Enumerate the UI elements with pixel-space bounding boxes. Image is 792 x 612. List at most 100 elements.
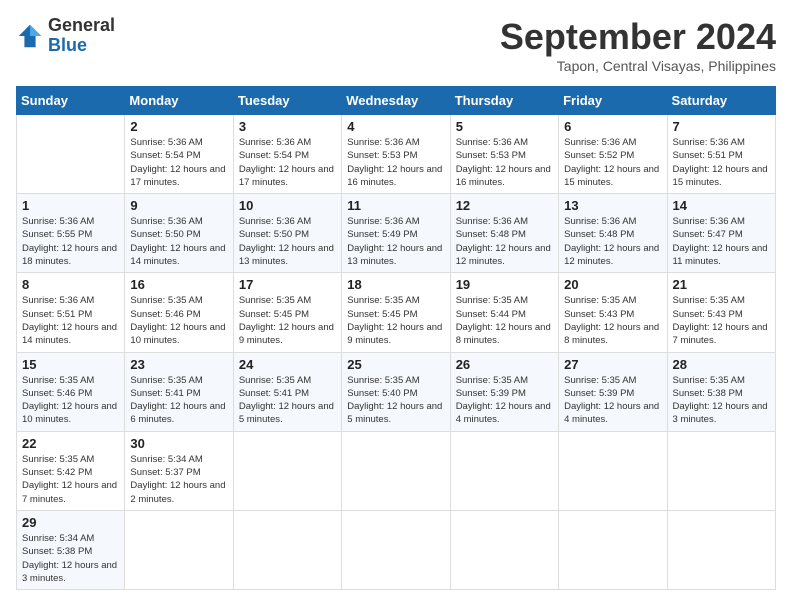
day-number: 4 — [347, 119, 444, 134]
day-info: Sunrise: 5:36 AMSunset: 5:49 PMDaylight:… — [347, 215, 444, 268]
calendar-table: SundayMondayTuesdayWednesdayThursdayFrid… — [16, 86, 776, 590]
day-info: Sunrise: 5:36 AMSunset: 5:52 PMDaylight:… — [564, 136, 661, 189]
calendar-cell: 28Sunrise: 5:35 AMSunset: 5:38 PMDayligh… — [667, 352, 775, 431]
calendar-cell: 19Sunrise: 5:35 AMSunset: 5:44 PMDayligh… — [450, 273, 558, 352]
day-number: 10 — [239, 198, 336, 213]
day-of-week-header: Tuesday — [233, 87, 341, 115]
calendar-cell: 17Sunrise: 5:35 AMSunset: 5:45 PMDayligh… — [233, 273, 341, 352]
day-number: 16 — [130, 277, 227, 292]
day-info: Sunrise: 5:35 AMSunset: 5:46 PMDaylight:… — [130, 294, 227, 347]
day-info: Sunrise: 5:36 AMSunset: 5:50 PMDaylight:… — [239, 215, 336, 268]
page-header: General Blue September 2024 Tapon, Centr… — [16, 16, 776, 74]
day-number: 1 — [22, 198, 119, 213]
day-number: 27 — [564, 357, 661, 372]
title-block: September 2024 Tapon, Central Visayas, P… — [500, 16, 776, 74]
calendar-cell — [342, 431, 450, 510]
calendar-cell: 20 Sunrise: 5:35 AMSunset: 5:43 PMDayligh… — [559, 273, 667, 352]
calendar-cell: 7Sunrise: 5:36 AMSunset: 5:51 PMDaylight… — [667, 115, 775, 194]
day-number: 18 — [347, 277, 444, 292]
day-number: 11 — [347, 198, 444, 213]
day-info: Sunrise: 5:35 AMSunset: 5:43 PMDaylight:… — [564, 294, 661, 347]
calendar-cell — [450, 431, 558, 510]
calendar-cell: 30 Sunrise: 5:34 AMSunset: 5:37 PMDayligh… — [125, 431, 233, 510]
calendar-cell: 22 Sunrise: 5:35 AMSunset: 5:42 PMDayligh… — [17, 431, 125, 510]
logo-text: General Blue — [48, 16, 115, 56]
calendar-cell: 10 Sunrise: 5:36 AMSunset: 5:50 PMDayligh… — [233, 194, 341, 273]
day-info: Sunrise: 5:36 AMSunset: 5:53 PMDaylight:… — [456, 136, 553, 189]
logo-blue: Blue — [48, 36, 115, 56]
day-of-week-header: Sunday — [17, 87, 125, 115]
calendar-cell — [125, 510, 233, 589]
day-info: Sunrise: 5:34 AMSunset: 5:38 PMDaylight:… — [22, 532, 119, 585]
calendar-cell: 4 Sunrise: 5:36 AMSunset: 5:53 PMDaylight… — [342, 115, 450, 194]
calendar-cell: 16 Sunrise: 5:35 AMSunset: 5:46 PMDayligh… — [125, 273, 233, 352]
calendar-cell: 15Sunrise: 5:35 AMSunset: 5:46 PMDayligh… — [17, 352, 125, 431]
calendar-week-row: 15Sunrise: 5:35 AMSunset: 5:46 PMDayligh… — [17, 352, 776, 431]
calendar-header-row: SundayMondayTuesdayWednesdayThursdayFrid… — [17, 87, 776, 115]
calendar-week-row: 1Sunrise: 5:36 AMSunset: 5:55 PMDaylight… — [17, 194, 776, 273]
day-info: Sunrise: 5:35 AMSunset: 5:39 PMDaylight:… — [564, 374, 661, 427]
calendar-week-row: 2Sunrise: 5:36 AMSunset: 5:54 PMDaylight… — [17, 115, 776, 194]
logo-icon — [16, 22, 44, 50]
calendar-cell: 18 Sunrise: 5:35 AMSunset: 5:45 PMDayligh… — [342, 273, 450, 352]
day-of-week-header: Saturday — [667, 87, 775, 115]
day-number: 26 — [456, 357, 553, 372]
day-number: 20 — [564, 277, 661, 292]
day-number: 9 — [130, 198, 227, 213]
calendar-cell — [233, 431, 341, 510]
calendar-cell: 26Sunrise: 5:35 AMSunset: 5:39 PMDayligh… — [450, 352, 558, 431]
day-of-week-header: Wednesday — [342, 87, 450, 115]
day-info: Sunrise: 5:36 AMSunset: 5:48 PMDaylight:… — [564, 215, 661, 268]
logo-general: General — [48, 16, 115, 36]
day-number: 3 — [239, 119, 336, 134]
day-number: 23 — [130, 357, 227, 372]
calendar-cell: 14Sunrise: 5:36 AMSunset: 5:47 PMDayligh… — [667, 194, 775, 273]
day-number: 8 — [22, 277, 119, 292]
location-title: Tapon, Central Visayas, Philippines — [500, 58, 776, 74]
calendar-cell: 9 Sunrise: 5:36 AMSunset: 5:50 PMDaylight… — [125, 194, 233, 273]
calendar-cell: 21Sunrise: 5:35 AMSunset: 5:43 PMDayligh… — [667, 273, 775, 352]
calendar-cell — [667, 431, 775, 510]
calendar-week-row: 29 Sunrise: 5:34 AMSunset: 5:38 PMDayligh… — [17, 510, 776, 589]
calendar-cell — [667, 510, 775, 589]
day-number: 7 — [673, 119, 770, 134]
day-info: Sunrise: 5:35 AMSunset: 5:42 PMDaylight:… — [22, 453, 119, 506]
calendar-cell: 1Sunrise: 5:36 AMSunset: 5:55 PMDaylight… — [17, 194, 125, 273]
day-info: Sunrise: 5:36 AMSunset: 5:51 PMDaylight:… — [22, 294, 119, 347]
day-number: 25 — [347, 357, 444, 372]
calendar-cell: 5 Sunrise: 5:36 AMSunset: 5:53 PMDaylight… — [450, 115, 558, 194]
calendar-cell: 29 Sunrise: 5:34 AMSunset: 5:38 PMDayligh… — [17, 510, 125, 589]
calendar-cell — [559, 510, 667, 589]
day-number: 19 — [456, 277, 553, 292]
calendar-cell: 12 Sunrise: 5:36 AMSunset: 5:48 PMDayligh… — [450, 194, 558, 273]
day-info: Sunrise: 5:34 AMSunset: 5:37 PMDaylight:… — [130, 453, 227, 506]
calendar-cell: 27 Sunrise: 5:35 AMSunset: 5:39 PMDayligh… — [559, 352, 667, 431]
day-number: 22 — [22, 436, 119, 451]
day-number: 5 — [456, 119, 553, 134]
day-number: 15 — [22, 357, 119, 372]
day-info: Sunrise: 5:36 AMSunset: 5:47 PMDaylight:… — [673, 215, 770, 268]
calendar-cell: 8 Sunrise: 5:36 AMSunset: 5:51 PMDaylight… — [17, 273, 125, 352]
day-number: 24 — [239, 357, 336, 372]
day-number: 30 — [130, 436, 227, 451]
calendar-cell — [17, 115, 125, 194]
day-info: Sunrise: 5:35 AMSunset: 5:38 PMDaylight:… — [673, 374, 770, 427]
day-number: 6 — [564, 119, 661, 134]
calendar-week-row: 8 Sunrise: 5:36 AMSunset: 5:51 PMDaylight… — [17, 273, 776, 352]
day-number: 29 — [22, 515, 119, 530]
calendar-cell: 11 Sunrise: 5:36 AMSunset: 5:49 PMDayligh… — [342, 194, 450, 273]
logo: General Blue — [16, 16, 115, 56]
day-info: Sunrise: 5:36 AMSunset: 5:53 PMDaylight:… — [347, 136, 444, 189]
calendar-cell — [342, 510, 450, 589]
day-number: 13 — [564, 198, 661, 213]
day-info: Sunrise: 5:35 AMSunset: 5:40 PMDaylight:… — [347, 374, 444, 427]
day-of-week-header: Thursday — [450, 87, 558, 115]
day-info: Sunrise: 5:36 AMSunset: 5:50 PMDaylight:… — [130, 215, 227, 268]
month-title: September 2024 — [500, 16, 776, 58]
day-info: Sunrise: 5:36 AMSunset: 5:48 PMDaylight:… — [456, 215, 553, 268]
calendar-cell — [233, 510, 341, 589]
day-info: Sunrise: 5:35 AMSunset: 5:45 PMDaylight:… — [347, 294, 444, 347]
calendar-body: 2Sunrise: 5:36 AMSunset: 5:54 PMDaylight… — [17, 115, 776, 590]
calendar-cell: 23Sunrise: 5:35 AMSunset: 5:41 PMDayligh… — [125, 352, 233, 431]
day-number: 12 — [456, 198, 553, 213]
